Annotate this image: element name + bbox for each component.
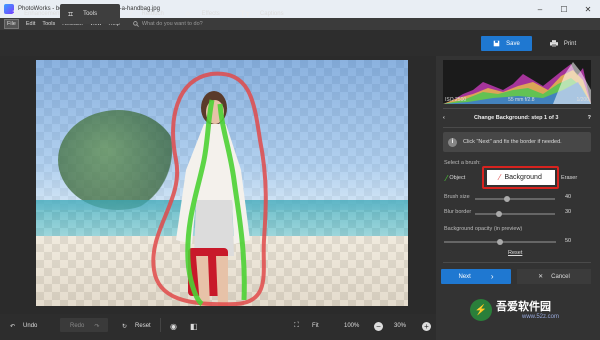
text-icon: Tт — [240, 9, 250, 19]
crop-icon: ⌗ — [68, 8, 74, 19]
save-button[interactable]: Save — [481, 36, 532, 51]
undo-button[interactable]: ↶ Undo — [10, 320, 37, 332]
brush-size-label: Brush size — [444, 194, 470, 200]
brush-object-label: Object — [449, 175, 466, 181]
slider-knob[interactable] — [497, 239, 503, 245]
reset-icon: ↻ — [122, 323, 128, 330]
fit-button[interactable]: Fit — [312, 320, 319, 332]
fit-label: Fit — [312, 323, 319, 329]
iso-value: ISO 2500 — [445, 97, 467, 103]
print-button[interactable]: Print — [536, 36, 590, 51]
compare-icon[interactable]: ◧ — [190, 320, 198, 332]
plus-icon: + — [422, 321, 431, 331]
tab-label: Retouch — [141, 11, 164, 17]
watermark-logo-icon: ⚡ — [470, 299, 492, 321]
brush-background-option[interactable]: ⁄ Background — [482, 166, 559, 189]
fit-icon[interactable]: ⛶ — [294, 320, 299, 332]
watermark-text: 吾爱软件园 — [496, 301, 551, 313]
tab-retouch[interactable]: ⁄ Retouch — [122, 4, 176, 24]
zoom-in-button[interactable]: + — [422, 320, 431, 332]
undo-icon: ↶ — [10, 323, 16, 330]
brush-background-inner: ⁄ Background — [486, 170, 555, 185]
close-icon: ✕ — [538, 274, 544, 280]
floppy-icon — [493, 40, 500, 47]
window-controls: – ☐ ✕ — [528, 0, 600, 18]
zoom-out-button[interactable]: − — [374, 320, 383, 332]
step-title: Change Background: step 1 of 3 — [474, 115, 559, 121]
brush-strokes-layer — [151, 71, 268, 306]
reset-button[interactable]: ↻ Reset — [122, 320, 151, 332]
redo-label: Redo — [70, 323, 85, 329]
back-arrow-icon[interactable]: ‹ — [443, 115, 445, 121]
info-text: Click "Next" and fix the border if neede… — [463, 139, 562, 145]
lens-value: 55 mm f/2.8 — [508, 97, 535, 103]
zoom-100-label: 100% — [344, 323, 360, 329]
save-label: Save — [506, 40, 520, 47]
step-header: ‹ Change Background: step 1 of 3 ? — [443, 112, 591, 124]
slider-knob[interactable] — [496, 211, 502, 217]
redo-icon: ↷ — [94, 323, 100, 330]
tab-label: Captions — [259, 11, 284, 17]
redo-label-wrap: Redo ↷ — [70, 320, 99, 332]
brush-object-option[interactable]: ⁄ Object — [446, 172, 465, 184]
tab-label: Effects — [201, 11, 220, 17]
blur-border-label: Blur border — [444, 209, 472, 215]
minimize-button[interactable]: – — [528, 0, 552, 18]
tab-label: Tools — [83, 11, 98, 17]
watermark-url: www.52z.com — [522, 314, 560, 320]
next-label: Next — [458, 273, 471, 280]
tab-label: Enhancement — [24, 11, 62, 17]
brush-icon: ⁄ — [446, 173, 448, 183]
shutter-value: 1/200 — [576, 97, 589, 103]
tab-captions[interactable]: Tт Captions — [232, 4, 288, 24]
watermark: ⚡ 吾爱软件园 www.52z.com — [470, 298, 559, 322]
tab-effects[interactable]: ✧ Effects — [176, 4, 230, 24]
brush-eraser-label: Eraser — [561, 175, 578, 181]
divider — [443, 108, 591, 109]
brush-background-label: Background — [504, 174, 542, 181]
bg-opacity-value: 50 — [565, 238, 572, 244]
tab-tools[interactable]: ⌗ Tools — [60, 4, 120, 24]
print-label: Print — [563, 40, 577, 47]
help-icon[interactable]: ? — [588, 115, 591, 121]
reset-link[interactable]: Reset — [508, 250, 522, 256]
undo-label: Undo — [23, 323, 38, 329]
zoom-level-label: 30% — [394, 323, 407, 329]
brush-select-label: Select a brush: — [444, 160, 481, 166]
tab-enhancement[interactable]: ☰ Enhancement — [4, 4, 62, 24]
cancel-button[interactable]: ✕ Cancel — [517, 269, 591, 284]
info-icon: i — [448, 137, 457, 147]
bg-opacity-slider[interactable] — [444, 239, 556, 245]
divider — [443, 262, 591, 263]
blur-border-value: 30 — [565, 209, 572, 215]
brush-eraser-option[interactable]: Eraser — [561, 172, 577, 184]
cancel-label: Cancel — [551, 273, 570, 280]
zoom-level: 30% — [394, 320, 406, 332]
reset-label: Reset — [135, 323, 151, 329]
divider — [443, 127, 591, 128]
eye-icon[interactable]: ◉ — [170, 320, 177, 332]
info-message: i Click "Next" and fix the border if nee… — [443, 132, 591, 152]
close-button[interactable]: ✕ — [576, 0, 600, 18]
divider — [160, 318, 161, 332]
photo-canvas[interactable] — [36, 60, 408, 306]
next-button[interactable]: Next › — [441, 269, 511, 284]
sliders-icon: ☰ — [12, 8, 21, 19]
brush-icon: ⁄ — [499, 173, 501, 182]
exif-info: ISO 2500 55 mm f/2.8 1/200 — [443, 97, 591, 106]
magic-wand-icon: ✧ — [184, 8, 192, 19]
zoom-100-button[interactable]: 100% — [344, 320, 359, 332]
chevron-right-icon: › — [490, 272, 494, 281]
maximize-button[interactable]: ☐ — [552, 0, 576, 18]
printer-icon — [549, 40, 558, 47]
slider-knob[interactable] — [504, 196, 510, 202]
minus-icon: − — [374, 321, 383, 331]
bg-opacity-label: Background opacity (in preview) — [444, 226, 523, 232]
brush-icon: ⁄ — [130, 9, 132, 19]
blur-border-slider[interactable] — [475, 211, 555, 217]
brush-size-slider[interactable] — [475, 196, 555, 202]
brush-size-value: 40 — [565, 194, 572, 200]
